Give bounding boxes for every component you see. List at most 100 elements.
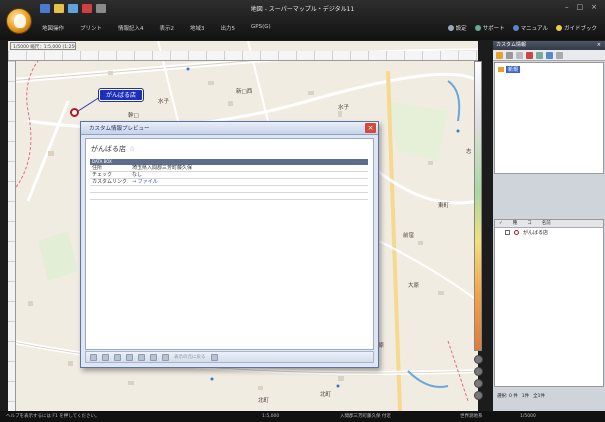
page-count: 1件 bbox=[521, 394, 530, 399]
window-title: 地図 - スーパーマップル・デジタル11 bbox=[250, 6, 355, 13]
close-button[interactable]: × bbox=[591, 3, 597, 11]
panel-footer: 選択: 0 件 1件 全1件 bbox=[497, 393, 545, 399]
window-controls: – □ × bbox=[565, 3, 597, 11]
custom-link[interactable]: → ファイル bbox=[132, 179, 158, 185]
settings-label: 設定 bbox=[455, 26, 467, 32]
book-icon bbox=[555, 25, 562, 31]
column-name[interactable]: 名前 bbox=[542, 220, 551, 227]
restore-display-label[interactable]: 表示の元に戻る bbox=[174, 354, 206, 360]
dialog-content: がんばる店 ☆ DATA BOX 住所 埼玉県入間郡三芳町藤久保 チェック なし … bbox=[85, 138, 374, 350]
row-key: チェック bbox=[92, 172, 113, 178]
table-row bbox=[90, 186, 368, 193]
folder-tree[interactable]: 新規 bbox=[494, 62, 604, 174]
tab-print[interactable]: プリント bbox=[80, 24, 102, 32]
back-icon[interactable] bbox=[90, 353, 97, 361]
copy-icon[interactable] bbox=[138, 353, 145, 361]
dialog-title: カスタム情報プレビュー bbox=[89, 126, 150, 132]
custom-info-panel: カスタム情報 × 新規 ✓ 種 コ 名前 がんばる店 選択: 0 件 1件 全1… bbox=[493, 41, 605, 411]
table-row: チェック なし bbox=[90, 172, 368, 179]
row-value: 埼玉県入間郡三芳町藤久保 bbox=[132, 165, 193, 171]
app-logo-icon bbox=[14, 14, 26, 28]
folder-icon[interactable] bbox=[496, 51, 503, 59]
help-links: 設定 サポート マニュアル ガイドブック bbox=[447, 24, 597, 32]
map-label: 新□西 bbox=[236, 89, 253, 95]
map-label: 水子 bbox=[158, 99, 170, 105]
zoom-in-icon[interactable] bbox=[474, 355, 483, 364]
dropdown-icon[interactable] bbox=[210, 353, 218, 361]
forward-icon[interactable] bbox=[102, 353, 109, 361]
park-area bbox=[38, 231, 78, 281]
status-zoom: 1/5000 bbox=[520, 414, 536, 419]
tree-item-new[interactable]: 新規 bbox=[498, 66, 521, 73]
panel-title-text: カスタム情報 bbox=[496, 42, 527, 48]
dialog-close-button[interactable]: × bbox=[365, 123, 376, 133]
map-label: 志 bbox=[466, 149, 472, 155]
check-icon[interactable] bbox=[126, 353, 133, 361]
tab-map-operation[interactable]: 地図操作 bbox=[42, 24, 64, 32]
list-header: ✓ 種 コ 名前 bbox=[495, 220, 603, 228]
map-label: 北町 bbox=[258, 398, 270, 404]
manual-link[interactable]: マニュアル bbox=[512, 24, 548, 32]
tab-info-entry[interactable]: 情報記入4 bbox=[118, 24, 144, 32]
selected-count: 選択: 0 件 bbox=[497, 394, 518, 399]
panel-title: カスタム情報 × bbox=[493, 41, 605, 50]
ribbon-tabs: 地図操作 プリント 情報記入4 表示2 地域3 出力5 GPS(G) bbox=[42, 24, 271, 32]
zoom-out-icon[interactable] bbox=[474, 367, 483, 376]
export-icon[interactable] bbox=[546, 51, 553, 59]
map-pin-label[interactable]: がんばる店 bbox=[99, 89, 143, 101]
column-code[interactable]: コ bbox=[527, 220, 532, 227]
maximize-button[interactable]: □ bbox=[577, 3, 584, 11]
column-check[interactable]: ✓ bbox=[499, 220, 503, 227]
edit-icon[interactable] bbox=[516, 51, 523, 59]
support-icon bbox=[474, 25, 481, 31]
guidebook-link[interactable]: ガイドブック bbox=[555, 24, 597, 32]
item-checkbox[interactable] bbox=[505, 229, 510, 235]
map-label: 北町 bbox=[320, 392, 332, 398]
support-label: サポート bbox=[482, 26, 505, 32]
tab-output[interactable]: 出力5 bbox=[221, 24, 236, 32]
ruler-vertical bbox=[8, 61, 16, 411]
tab-display[interactable]: 表示2 bbox=[160, 24, 175, 32]
table-row: カスタムリンク → ファイル bbox=[90, 179, 368, 186]
manual-label: マニュアル bbox=[520, 26, 548, 32]
zoom-scale-slider[interactable] bbox=[474, 61, 482, 351]
column-type[interactable]: 種 bbox=[513, 220, 518, 227]
gear-icon bbox=[447, 25, 454, 31]
support-link[interactable]: サポート bbox=[474, 24, 505, 32]
settings-icon[interactable] bbox=[556, 51, 563, 59]
panel-close-icon[interactable]: × bbox=[597, 41, 601, 50]
item-list[interactable]: ✓ 種 コ 名前 がんばる店 bbox=[494, 219, 604, 387]
zoom-buttons bbox=[474, 355, 484, 400]
mail-icon[interactable] bbox=[162, 353, 169, 361]
dialog-titlebar[interactable]: カスタム情報プレビュー bbox=[81, 122, 378, 135]
pin-tool-icon[interactable] bbox=[506, 51, 513, 59]
panel-toolbar bbox=[493, 50, 605, 61]
park-area bbox=[388, 101, 448, 161]
print-icon[interactable] bbox=[150, 353, 157, 361]
tab-gps[interactable]: GPS(G) bbox=[251, 24, 271, 32]
tree-item-label: 新規 bbox=[506, 66, 521, 73]
map-pin-icon[interactable] bbox=[70, 108, 79, 117]
dialog-toolbar: 表示の元に戻る bbox=[85, 351, 374, 363]
list-item-label: がんばる店 bbox=[523, 229, 549, 236]
status-bar: ヘルプを表示するには F1 を押してください。 1:5,000 入間郡三芳町藤久… bbox=[0, 411, 605, 422]
edit-icon[interactable] bbox=[114, 353, 121, 361]
river bbox=[447, 80, 461, 122]
list-item[interactable]: がんばる店 bbox=[495, 228, 603, 236]
item-name-text: がんばる店 bbox=[91, 145, 126, 153]
map-label: 大原 bbox=[408, 283, 420, 289]
settings-link[interactable]: 設定 bbox=[447, 24, 467, 32]
help-icon bbox=[512, 25, 519, 31]
import-icon[interactable] bbox=[536, 51, 543, 59]
row-key: カスタムリンク bbox=[92, 179, 128, 185]
delete-icon[interactable] bbox=[526, 51, 533, 59]
table-row: 住所 埼玉県入間郡三芳町藤久保 bbox=[90, 165, 368, 172]
table-row bbox=[90, 193, 368, 200]
favorite-star-icon[interactable]: ☆ bbox=[129, 145, 135, 153]
folder-icon bbox=[498, 67, 504, 72]
tab-area[interactable]: 地域3 bbox=[190, 24, 205, 32]
zoom-reset-icon[interactable] bbox=[474, 379, 483, 388]
zoom-fit-icon[interactable] bbox=[474, 391, 483, 400]
minimize-button[interactable]: – bbox=[565, 3, 569, 11]
status-scale: 1:5,000 bbox=[262, 414, 280, 419]
